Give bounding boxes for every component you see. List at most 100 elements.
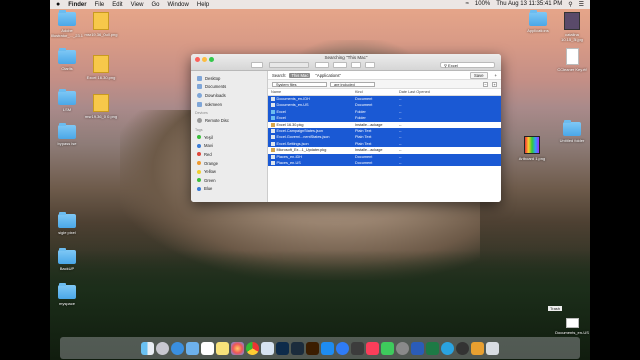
sidebar-tag-yellow[interactable]: Yellow — [191, 167, 267, 176]
app-store-icon[interactable] — [321, 341, 334, 355]
messenger-icon[interactable] — [336, 341, 349, 355]
folder-icon — [58, 89, 76, 105]
calendar-icon[interactable] — [201, 341, 214, 355]
excel-icon[interactable] — [426, 341, 439, 355]
spotlight-icon[interactable]: ⚲ — [568, 1, 572, 8]
back-forward-buttons[interactable] — [251, 62, 263, 68]
desktop-item[interactable]: LSM — [50, 89, 84, 112]
illustrator-icon[interactable] — [306, 341, 319, 355]
desktop-item[interactable]: Excel 16.30.png — [84, 55, 118, 80]
battery-status[interactable]: 100% — [475, 1, 490, 8]
safari-icon[interactable] — [171, 341, 184, 355]
menu-bar: ● Finder File Edit View Go Window Help ≈… — [50, 0, 590, 9]
photoshop-icon[interactable] — [276, 341, 289, 355]
desktop-item[interactable]: msr19.36_0ull.png — [84, 12, 118, 37]
scope-applications[interactable]: "Applications" — [313, 73, 343, 78]
wifi-icon[interactable]: ≈ — [466, 1, 469, 8]
sidebar-item-home[interactable]: sokmeen — [191, 100, 267, 109]
trash-icon[interactable] — [486, 341, 499, 355]
desktop-item[interactable]: Applications — [520, 10, 556, 33]
add-criteria-button[interactable]: + — [492, 81, 497, 87]
sidebar-item-desktop[interactable]: Desktop — [191, 74, 267, 83]
home-icon — [197, 101, 202, 107]
documents-icon — [197, 84, 202, 90]
sidebar-tag-red[interactable]: Red — [191, 150, 267, 159]
folder-icon — [271, 109, 275, 114]
facetime-icon[interactable] — [351, 341, 364, 355]
lightroom-icon[interactable] — [291, 341, 304, 355]
notes-icon[interactable] — [216, 341, 229, 355]
finder-icon[interactable] — [141, 341, 154, 355]
desktop-item[interactable]: bypass ise — [50, 123, 84, 146]
menu-window[interactable]: Window — [168, 2, 189, 8]
sidebar-tag-green[interactable]: Green — [191, 176, 267, 185]
tag-button[interactable] — [365, 62, 375, 68]
tag-dot-icon — [197, 178, 201, 183]
image-file-icon — [93, 55, 109, 73]
view-mode-buttons[interactable] — [269, 62, 309, 68]
telegram-icon[interactable] — [441, 341, 454, 355]
scope-this-mac[interactable]: This Mac — [289, 72, 311, 78]
window-titlebar[interactable]: Searching "This Mac" ⚲ Excel — [191, 54, 501, 71]
launchpad-icon[interactable] — [156, 341, 169, 355]
criteria-operator-select[interactable]: are included — [330, 81, 375, 87]
search-criteria-row: System files are included − + — [268, 80, 501, 89]
menu-edit[interactable]: Edit — [112, 2, 122, 8]
sidebar-item-documents[interactable]: Documents — [191, 83, 267, 92]
downloads-icon — [197, 92, 202, 98]
desktop-item[interactable]: myspace — [50, 283, 84, 306]
sidebar-tag-mavi[interactable]: Mavi — [191, 142, 267, 151]
clock[interactable]: Thu Aug 13 11:35:41 PM — [496, 1, 562, 8]
desktop-item[interactable]: catalina 10.15_3l.jpg — [554, 12, 590, 42]
desktop-item[interactable]: BackUP — [50, 248, 84, 271]
share-button[interactable] — [351, 62, 361, 68]
music-icon[interactable] — [366, 341, 379, 355]
system-prefs-icon[interactable] — [396, 341, 409, 355]
menu-app-finder[interactable]: Finder — [68, 2, 86, 8]
tag-dot-icon — [197, 169, 201, 174]
criteria-attribute-select[interactable]: System files — [272, 81, 327, 87]
messages-icon[interactable] — [381, 341, 394, 355]
desktop-item[interactable]: msr19.36_0 0.png — [84, 94, 118, 119]
mail-icon[interactable] — [186, 341, 199, 355]
save-search-button[interactable]: Save — [470, 71, 488, 79]
desktop-item[interactable]: Untitled folder — [554, 120, 590, 143]
desktop-item[interactable]: CCleaner Key.rtf — [554, 48, 590, 72]
chrome-icon[interactable] — [246, 341, 259, 355]
sidebar-tag-orange[interactable]: Orange — [191, 159, 267, 168]
file-icon — [271, 128, 275, 133]
add-criteria-icon[interactable]: + — [495, 73, 497, 78]
desktop-item[interactable]: Documents_en-US — [554, 318, 590, 335]
utility-icon[interactable] — [471, 341, 484, 355]
sidebar-tag-blue[interactable]: Blue — [191, 185, 267, 194]
table-row[interactable]: Places_en-US Document -- — [268, 159, 501, 167]
photos-icon[interactable] — [231, 341, 244, 355]
remove-criteria-button[interactable]: − — [483, 81, 488, 87]
apple-menu-icon[interactable]: ● — [56, 1, 60, 8]
desktop-item[interactable]: sigle pixel — [50, 212, 84, 235]
menu-help[interactable]: Help — [197, 2, 209, 8]
preview-icon[interactable] — [261, 341, 274, 355]
vpn-icon[interactable] — [456, 341, 469, 355]
desktop-item[interactable]: Adobe Illustrator_..._23.1 — [50, 10, 84, 38]
sidebar-item-remote-disc[interactable]: Remote Disc — [191, 116, 267, 125]
menu-view[interactable]: View — [131, 2, 144, 8]
desktop-item[interactable]: Olarlis — [50, 48, 84, 71]
action-button[interactable] — [333, 62, 347, 68]
search-field[interactable]: ⚲ Excel — [440, 62, 495, 68]
column-header-name[interactable]: Name — [268, 89, 352, 95]
sidebar-header-tags: Tags — [195, 127, 203, 132]
desktop-icon — [197, 75, 202, 81]
word-icon[interactable] — [411, 341, 424, 355]
sidebar-tag-yesil[interactable]: Yeşil — [191, 133, 267, 142]
arrange-button[interactable] — [315, 62, 329, 68]
image-file-icon — [93, 12, 109, 30]
sidebar-item-downloads[interactable]: Downloads — [191, 91, 267, 100]
menu-file[interactable]: File — [95, 2, 105, 8]
desktop-item[interactable]: Artboard 1.png — [514, 136, 550, 161]
column-header-kind[interactable]: Kind — [352, 89, 396, 95]
column-header-date-last-opened[interactable]: Date Last Opened — [396, 89, 501, 95]
menu-go[interactable]: Go — [152, 2, 160, 8]
notification-center-icon[interactable]: ☰ — [579, 1, 584, 8]
search-results-pane: Search: This Mac "Applications" Save + S… — [268, 71, 501, 202]
